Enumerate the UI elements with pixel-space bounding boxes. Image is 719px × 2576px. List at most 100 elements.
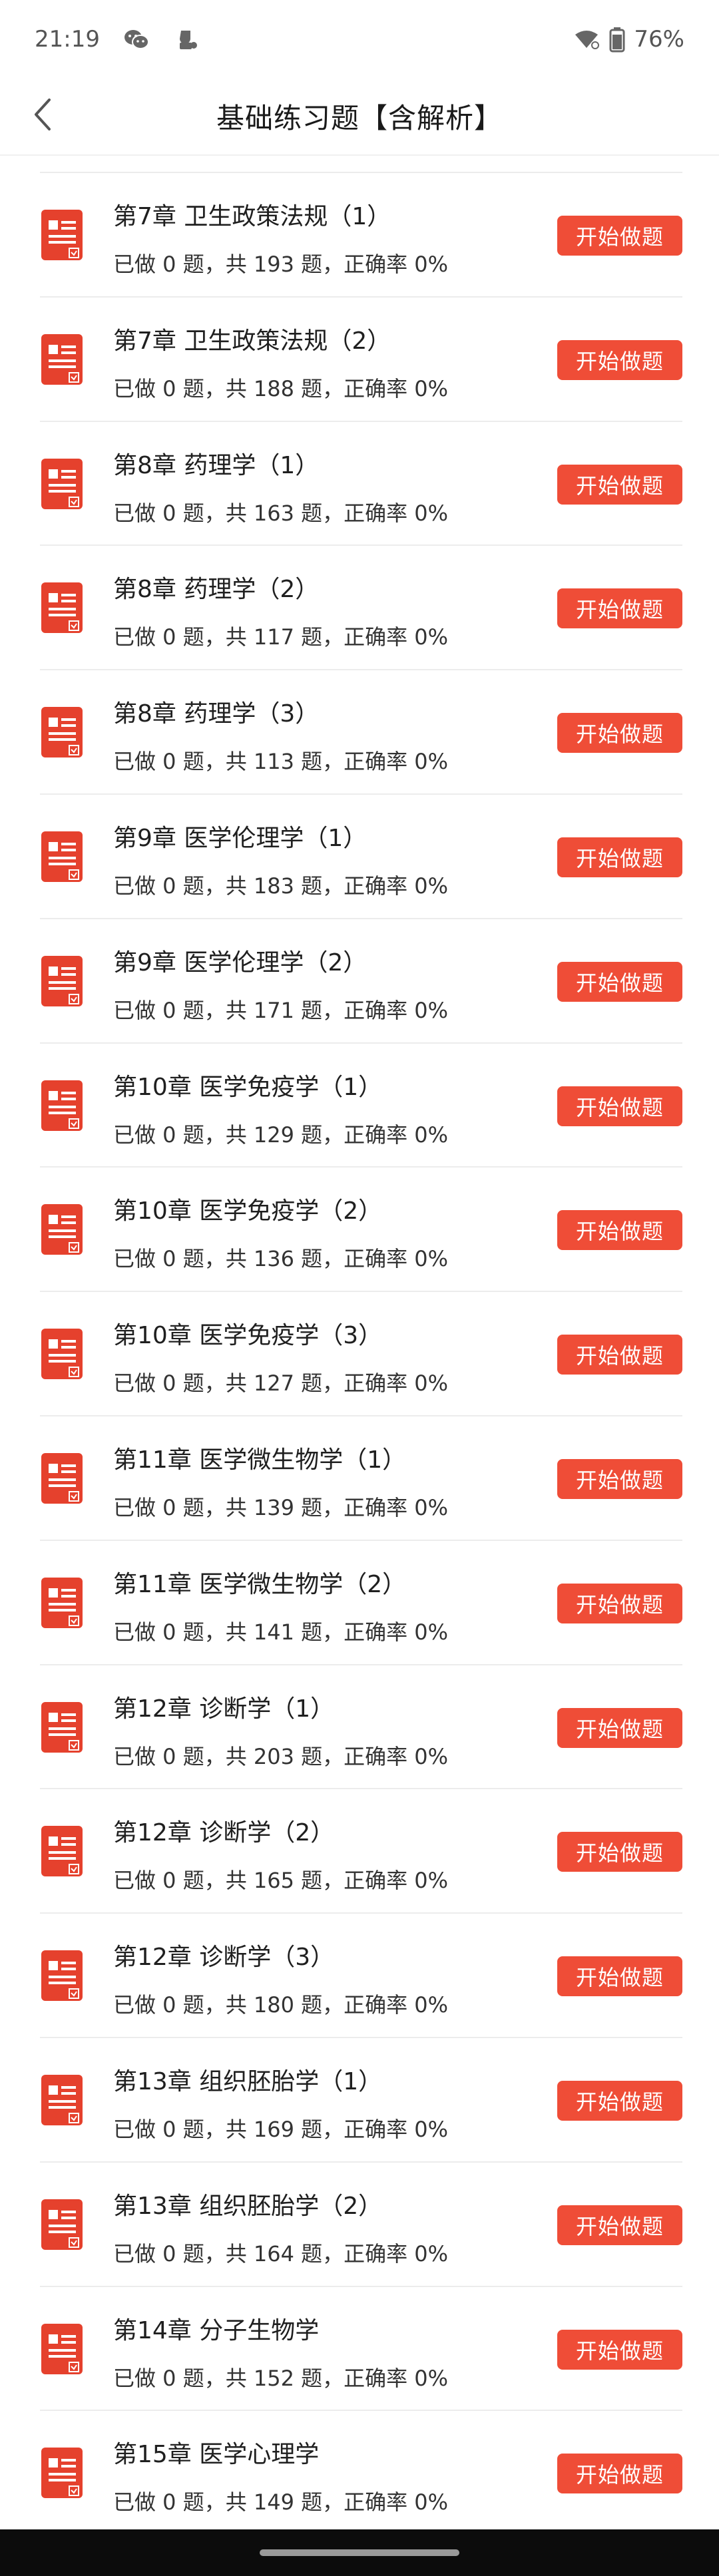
exercise-doc-icon — [40, 955, 84, 1008]
list-item: 第15章 医学心理学 已做 0 题，共 149 题，正确率 0% 开始做题 — [40, 2411, 682, 2535]
start-exercise-button[interactable]: 开始做题 — [557, 1210, 682, 1251]
exercise-doc-icon — [40, 706, 84, 759]
start-exercise-button[interactable]: 开始做题 — [557, 2454, 682, 2494]
start-exercise-button[interactable]: 开始做题 — [557, 2080, 682, 2121]
start-exercise-button[interactable]: 开始做题 — [557, 2205, 682, 2245]
item-stats: 已做 0 题，共 117 题，正确率 0% — [113, 624, 449, 650]
list-item: 第12章 诊断学（3） 已做 0 题，共 180 题，正确率 0% 开始做题 — [40, 1914, 682, 2038]
start-exercise-button[interactable]: 开始做题 — [557, 2329, 682, 2370]
item-title: 第14章 分子生物学 — [113, 2316, 320, 2344]
status-right: 76% — [573, 25, 684, 53]
list-item: 第12章 诊断学（1） 已做 0 题，共 203 题，正确率 0% 开始做题 — [40, 1665, 682, 1790]
item-title: 第13章 组织胚胎学（2） — [113, 2192, 383, 2220]
item-stats: 已做 0 题，共 141 题，正确率 0% — [113, 1619, 449, 1645]
exercise-doc-icon — [40, 1576, 84, 1629]
start-exercise-button[interactable]: 开始做题 — [557, 837, 682, 877]
exercise-doc-icon — [40, 1203, 84, 1256]
item-title: 第13章 组织胚胎学（1） — [113, 2067, 383, 2095]
status-bar: 21:19 76% — [0, 0, 719, 79]
item-title: 第8章 药理学（2） — [113, 576, 320, 604]
start-exercise-button[interactable]: 开始做题 — [557, 1707, 682, 1748]
item-stats: 已做 0 题，共 129 题，正确率 0% — [113, 1122, 449, 1148]
start-exercise-button[interactable]: 开始做题 — [557, 1583, 682, 1623]
item-title: 第10章 医学免疫学（2） — [113, 1197, 383, 1225]
back-button[interactable] — [20, 93, 65, 138]
start-exercise-button[interactable]: 开始做题 — [557, 713, 682, 753]
wechat-icon — [122, 25, 150, 53]
item-stats: 已做 0 题，共 113 题，正确率 0% — [113, 749, 449, 775]
item-title: 第8章 药理学（3） — [113, 700, 320, 728]
list-item: 第7章 卫生政策法规（1） 已做 0 题，共 193 题，正确率 0% 开始做题 — [40, 173, 682, 298]
list-item: 第13章 组织胚胎学（2） 已做 0 题，共 164 题，正确率 0% 开始做题 — [40, 2163, 682, 2287]
item-title: 第8章 药理学（1） — [113, 451, 320, 479]
battery-percent: 76% — [634, 26, 684, 53]
list-item: 第9章 医学伦理学（2） 已做 0 题，共 171 题，正确率 0% 开始做题 — [40, 919, 682, 1044]
item-title: 第7章 卫生政策法规（1） — [113, 203, 391, 230]
start-exercise-button[interactable]: 开始做题 — [557, 464, 682, 505]
status-time: 21:19 — [35, 26, 100, 53]
item-stats: 已做 0 题，共 136 题，正确率 0% — [113, 1246, 449, 1272]
exercise-doc-icon — [40, 1327, 84, 1381]
item-stats: 已做 0 题，共 164 题，正确率 0% — [113, 2241, 449, 2266]
item-stats: 已做 0 题，共 180 题，正确率 0% — [113, 1992, 449, 2018]
exercise-doc-icon — [40, 830, 84, 883]
start-exercise-button[interactable]: 开始做题 — [557, 961, 682, 1002]
item-title: 第9章 医学伦理学（2） — [113, 949, 367, 976]
item-title: 第15章 医学心理学 — [113, 2441, 320, 2469]
home-gesture-handle[interactable] — [260, 2549, 459, 2556]
header-divider — [0, 154, 719, 156]
item-title: 第12章 诊断学（3） — [113, 1944, 335, 1972]
item-stats: 已做 0 题，共 188 题，正确率 0% — [113, 375, 449, 401]
list-item: 第9章 医学伦理学（1） 已做 0 题，共 183 题，正确率 0% 开始做题 — [40, 795, 682, 919]
start-exercise-button[interactable]: 开始做题 — [557, 1956, 682, 1997]
item-title: 第11章 医学微生物学（1） — [113, 1446, 407, 1474]
item-stats: 已做 0 题，共 149 题，正确率 0% — [113, 2489, 449, 2515]
item-stats: 已做 0 题，共 183 题，正确率 0% — [113, 873, 449, 899]
item-title: 第10章 医学免疫学（3） — [113, 1322, 383, 1350]
chevron-left-icon — [29, 96, 56, 136]
start-exercise-button[interactable]: 开始做题 — [557, 1832, 682, 1872]
start-exercise-button[interactable]: 开始做题 — [557, 1458, 682, 1499]
list-item: 第13章 组织胚胎学（1） 已做 0 题，共 169 题，正确率 0% 开始做题 — [40, 2038, 682, 2163]
exercise-doc-icon — [40, 2446, 84, 2499]
item-stats: 已做 0 题，共 139 题，正确率 0% — [113, 1494, 449, 1520]
app-notification-icon — [173, 25, 201, 53]
exercise-doc-icon — [40, 1701, 84, 1754]
exercise-list: 第7章 卫生政策法规（1） 已做 0 题，共 193 题，正确率 0% 开始做题… — [0, 173, 719, 2535]
exercise-doc-icon — [40, 2198, 84, 2251]
list-item: 第12章 诊断学（2） 已做 0 题，共 165 题，正确率 0% 开始做题 — [40, 1789, 682, 1914]
list-item: 第10章 医学免疫学（3） 已做 0 题，共 127 题，正确率 0% 开始做题 — [40, 1292, 682, 1416]
list-item: 第7章 卫生政策法规（2） 已做 0 题，共 188 题，正确率 0% 开始做题 — [40, 298, 682, 422]
list-item: 第10章 医学免疫学（2） 已做 0 题，共 136 题，正确率 0% 开始做题 — [40, 1168, 682, 1293]
exercise-doc-icon — [40, 1949, 84, 2002]
item-stats: 已做 0 题，共 193 题，正确率 0% — [113, 252, 449, 277]
list-item: 第11章 医学微生物学（1） 已做 0 题，共 139 题，正确率 0% 开始做… — [40, 1416, 682, 1541]
list-item: 第8章 药理学（1） 已做 0 题，共 163 题，正确率 0% 开始做题 — [40, 422, 682, 546]
exercise-doc-icon — [40, 2073, 84, 2127]
exercise-doc-icon — [40, 208, 84, 262]
item-stats: 已做 0 题，共 203 题，正确率 0% — [113, 1743, 449, 1769]
start-exercise-button[interactable]: 开始做题 — [557, 1086, 682, 1126]
start-exercise-button[interactable]: 开始做题 — [557, 339, 682, 380]
item-stats: 已做 0 题，共 127 题，正确率 0% — [113, 1371, 449, 1396]
list-item: 第10章 医学免疫学（1） 已做 0 题，共 129 题，正确率 0% 开始做题 — [40, 1044, 682, 1168]
exercise-doc-icon — [40, 333, 84, 386]
wifi-icon — [573, 25, 600, 53]
item-title: 第10章 医学免疫学（1） — [113, 1073, 383, 1101]
status-left: 21:19 — [35, 25, 201, 53]
item-stats: 已做 0 题，共 169 题，正确率 0% — [113, 2116, 449, 2142]
start-exercise-button[interactable]: 开始做题 — [557, 588, 682, 629]
list-item: 第8章 药理学（3） 已做 0 题，共 113 题，正确率 0% 开始做题 — [40, 670, 682, 795]
list-item: 第11章 医学微生物学（2） 已做 0 题，共 141 题，正确率 0% 开始做… — [40, 1541, 682, 1665]
page-title: 基础练习题【含解析】 — [216, 101, 503, 134]
start-exercise-button[interactable]: 开始做题 — [557, 216, 682, 256]
exercise-doc-icon — [40, 2322, 84, 2376]
item-stats: 已做 0 题，共 171 题，正确率 0% — [113, 997, 449, 1023]
item-title: 第11章 医学微生物学（2） — [113, 1570, 407, 1598]
exercise-doc-icon — [40, 1452, 84, 1505]
start-exercise-button[interactable]: 开始做题 — [557, 1335, 682, 1375]
battery-icon — [608, 25, 626, 53]
exercise-doc-icon — [40, 1079, 84, 1132]
item-stats: 已做 0 题，共 165 题，正确率 0% — [113, 1868, 449, 1894]
nav-bar: 基础练习题【含解析】 — [0, 79, 719, 153]
